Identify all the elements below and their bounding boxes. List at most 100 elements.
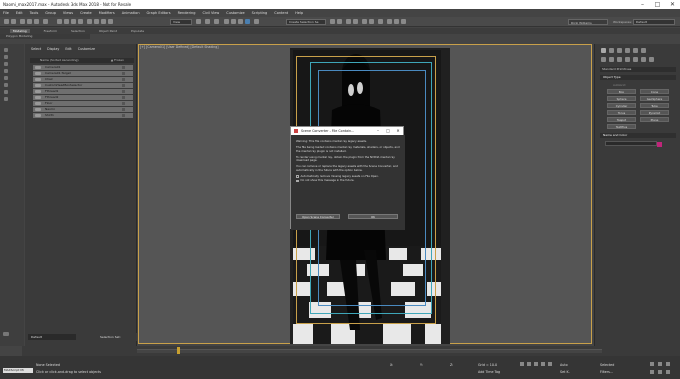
select-by-name-icon[interactable] bbox=[64, 19, 69, 24]
schematic-view-icon[interactable] bbox=[369, 19, 374, 24]
walkthrough-icon[interactable] bbox=[658, 370, 662, 374]
select-icon[interactable] bbox=[4, 48, 8, 52]
primitive-type-dropdown[interactable]: Standard Primitives bbox=[600, 67, 676, 72]
lights-filter-icon[interactable] bbox=[4, 76, 8, 80]
object-color-swatch[interactable] bbox=[657, 142, 662, 147]
edit-named-selection-icon[interactable] bbox=[254, 19, 259, 24]
key-filters-button[interactable]: Filters... bbox=[600, 370, 613, 374]
scene-explorer-tab-display[interactable]: Display bbox=[47, 47, 59, 51]
box-button[interactable]: Box bbox=[607, 89, 636, 94]
toggle-layer-explorer-icon[interactable] bbox=[353, 19, 358, 24]
toggle-scene-explorer-icon[interactable] bbox=[346, 19, 351, 24]
add-time-tag-button[interactable]: Add Time Tag bbox=[478, 370, 500, 374]
dialog-minimize-button[interactable]: – bbox=[373, 127, 383, 135]
bind-spacewarp-icon[interactable] bbox=[34, 19, 39, 24]
list-item[interactable]: Fthread2 bbox=[33, 95, 133, 100]
undo-icon[interactable] bbox=[4, 19, 9, 24]
modify-panel-icon[interactable] bbox=[609, 48, 614, 53]
menu-content[interactable]: Content bbox=[274, 11, 288, 15]
tube-button[interactable]: Tube bbox=[640, 103, 669, 108]
maximize-button[interactable]: □ bbox=[650, 0, 665, 9]
cone-button[interactable]: Cone bbox=[640, 89, 669, 94]
menu-help[interactable]: Help bbox=[295, 11, 303, 15]
angle-snap-icon[interactable] bbox=[231, 19, 236, 24]
mirror-icon[interactable] bbox=[330, 19, 335, 24]
rendered-frame-window-icon[interactable] bbox=[394, 19, 399, 24]
maximize-viewport-icon[interactable] bbox=[666, 370, 670, 374]
geometry-icon[interactable] bbox=[601, 57, 606, 62]
snaps-toggle-icon[interactable] bbox=[224, 19, 229, 24]
layer-dropdown[interactable]: Default bbox=[28, 334, 76, 340]
keyboard-shortcut-icon[interactable] bbox=[214, 19, 219, 24]
list-item[interactable]: Naomi bbox=[33, 107, 133, 112]
list-item[interactable]: CustomHeadBoxSelector bbox=[33, 83, 133, 88]
scene-explorer-tab-edit[interactable]: Edit bbox=[65, 47, 71, 51]
freeze-icon[interactable] bbox=[122, 72, 125, 75]
pyramid-button[interactable]: Pyramid bbox=[640, 110, 669, 115]
sphere-button[interactable]: Sphere bbox=[607, 96, 636, 101]
menu-create[interactable]: Create bbox=[80, 11, 92, 15]
close-button[interactable]: ✕ bbox=[665, 0, 680, 9]
freeze-icon[interactable] bbox=[122, 108, 125, 111]
next-frame-icon[interactable] bbox=[541, 362, 545, 366]
align-icon[interactable] bbox=[337, 19, 342, 24]
viewport-label[interactable]: [+] [Camera01] [User Defined] [Default S… bbox=[140, 45, 219, 49]
menu-group[interactable]: Group bbox=[45, 11, 56, 15]
rotate-icon[interactable] bbox=[94, 19, 99, 24]
timeline-track[interactable] bbox=[137, 349, 602, 353]
autogrid-checkbox[interactable]: AutoGrid bbox=[613, 83, 625, 87]
lights-icon[interactable] bbox=[617, 57, 622, 62]
create-panel-icon[interactable] bbox=[601, 48, 606, 53]
window-crossing-icon[interactable] bbox=[78, 19, 83, 24]
link-icon[interactable] bbox=[20, 19, 25, 24]
display-panel-icon[interactable] bbox=[633, 48, 638, 53]
render-production-icon[interactable] bbox=[401, 19, 406, 24]
menu-views[interactable]: Views bbox=[63, 11, 73, 15]
reference-coordinate-dropdown[interactable]: View bbox=[170, 19, 192, 25]
pan-icon[interactable] bbox=[666, 362, 670, 366]
utilities-panel-icon[interactable] bbox=[641, 48, 646, 53]
list-item[interactable]: Fthread1 bbox=[33, 89, 133, 94]
freeze-icon[interactable] bbox=[122, 102, 125, 105]
scene-explorer-tab-customize[interactable]: Customize bbox=[78, 47, 95, 51]
previous-frame-icon[interactable] bbox=[527, 362, 531, 366]
list-item[interactable]: Camera01.Target bbox=[33, 71, 133, 76]
cameras-filter-icon[interactable] bbox=[4, 83, 8, 87]
textplus-button[interactable]: TextPlus bbox=[607, 124, 636, 129]
select-manipulate-icon[interactable] bbox=[205, 19, 210, 24]
field-of-view-icon[interactable] bbox=[650, 370, 654, 374]
menu-tools[interactable]: Tools bbox=[30, 11, 39, 15]
selection-filter-icon[interactable] bbox=[43, 19, 48, 24]
freeze-icon[interactable] bbox=[122, 90, 125, 93]
percent-snap-icon[interactable] bbox=[238, 19, 243, 24]
menu-rendering[interactable]: Rendering bbox=[178, 11, 196, 15]
frozen-header-label[interactable]: ▲ Frozen bbox=[111, 58, 124, 63]
dialog-title-bar[interactable]: Scene Converter - File Contain... – □ ✕ bbox=[291, 127, 403, 135]
ok-button[interactable]: OK bbox=[348, 214, 398, 219]
freeze-icon[interactable] bbox=[122, 96, 125, 99]
workspace-dropdown[interactable]: Default bbox=[633, 19, 675, 25]
visibility-icon[interactable] bbox=[35, 108, 41, 111]
display-none-icon[interactable] bbox=[4, 55, 8, 59]
menu-file[interactable]: File bbox=[3, 11, 9, 15]
helpers-icon[interactable] bbox=[633, 57, 638, 62]
spinner-snap-icon[interactable] bbox=[245, 19, 250, 24]
redo-icon[interactable] bbox=[11, 19, 16, 24]
geosphere-button[interactable]: GeoSphere bbox=[640, 96, 669, 101]
menu-customize[interactable]: Customize bbox=[226, 11, 244, 15]
select-object-icon[interactable] bbox=[57, 19, 62, 24]
object-name-field[interactable] bbox=[605, 141, 657, 146]
hierarchy-panel-icon[interactable] bbox=[617, 48, 622, 53]
set-key-button[interactable]: Set K. bbox=[560, 370, 570, 374]
teapot-button[interactable]: Teapot bbox=[607, 117, 636, 122]
rectangular-selection-icon[interactable] bbox=[71, 19, 76, 24]
move-icon[interactable] bbox=[87, 19, 92, 24]
cameras-icon[interactable] bbox=[625, 57, 630, 62]
menu-edit[interactable]: Edit bbox=[16, 11, 23, 15]
freeze-icon[interactable] bbox=[122, 84, 125, 87]
dialog-close-button[interactable]: ✕ bbox=[393, 127, 403, 135]
tab-modeling[interactable]: Modeling bbox=[10, 29, 30, 33]
visibility-icon[interactable] bbox=[35, 90, 41, 93]
menu-animation[interactable]: Animation bbox=[122, 11, 140, 15]
list-item[interactable]: Camera01 bbox=[33, 65, 133, 70]
